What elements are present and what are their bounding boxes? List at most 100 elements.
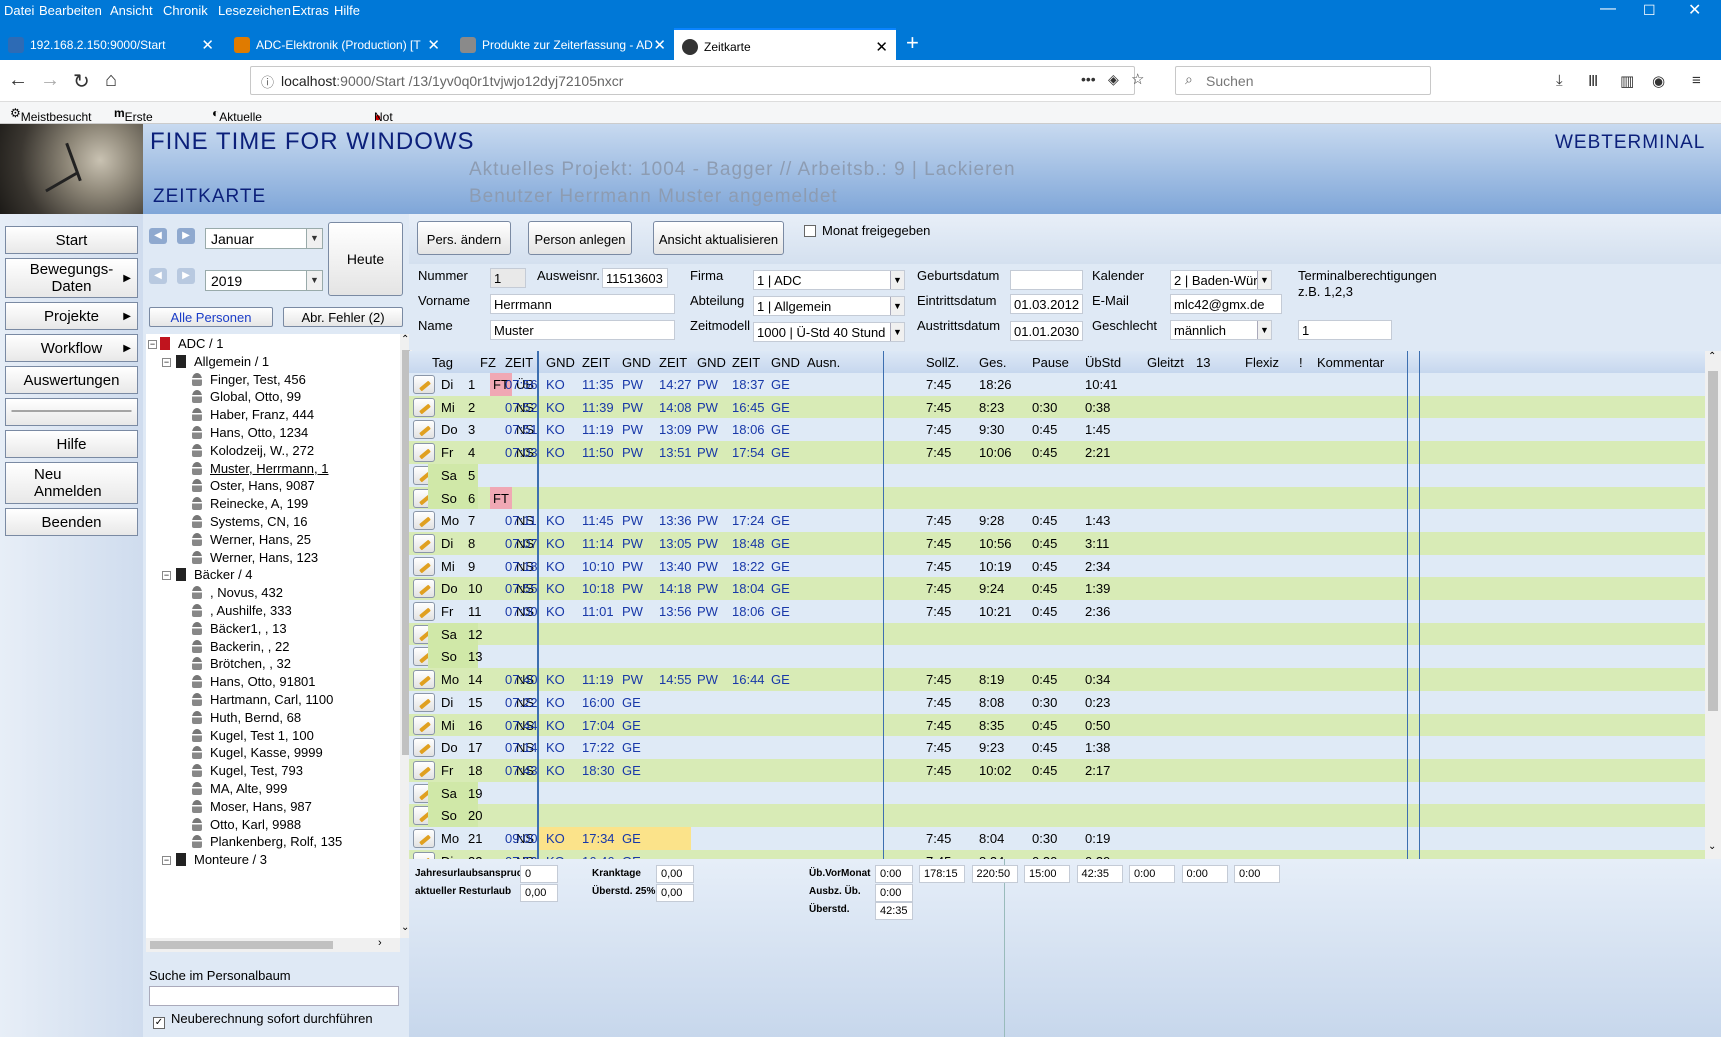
day-row[interactable]: Mo 21 NS 09:00 KO 17:34 GE 7:45 8:04 0:30 0:19 bbox=[409, 827, 1705, 850]
menu-start[interactable]: Start bbox=[5, 226, 138, 254]
menu-chronik[interactable]: Chronik bbox=[163, 3, 208, 18]
column-header[interactable]: ! bbox=[1299, 355, 1303, 370]
kalender-select[interactable]: 2 | Baden-Würt ▼ bbox=[1170, 270, 1272, 290]
column-header[interactable]: Flexiz bbox=[1245, 355, 1279, 370]
booking-time[interactable]: 07:07 bbox=[505, 536, 538, 551]
grid-scroll-thumb[interactable] bbox=[1708, 371, 1718, 711]
booking-time[interactable]: 18:06 bbox=[732, 422, 765, 437]
booking-type[interactable]: GE bbox=[622, 695, 641, 710]
booking-time[interactable]: 11:39 bbox=[582, 400, 614, 415]
collapse-icon[interactable]: − bbox=[162, 571, 171, 581]
booking-time[interactable]: 17:34 bbox=[582, 831, 615, 846]
collapse-icon[interactable]: − bbox=[162, 856, 171, 866]
ausweis-field[interactable]: 11513603 bbox=[602, 268, 668, 288]
booking-time[interactable]: 18:30 bbox=[582, 763, 615, 778]
all-persons-button[interactable]: Alle Personen bbox=[149, 307, 273, 327]
minimize-icon[interactable]: — bbox=[1600, 0, 1616, 18]
booking-time[interactable]: 11:19 bbox=[582, 672, 614, 687]
library-icon[interactable]: Ⅲ bbox=[1588, 72, 1598, 90]
scroll-right-icon[interactable]: › bbox=[378, 937, 382, 949]
booking-type[interactable]: KO bbox=[546, 400, 565, 415]
booking-type[interactable]: PW bbox=[697, 377, 718, 392]
booking-time[interactable]: 07:22 bbox=[505, 695, 538, 710]
booking-time[interactable]: 07:51 bbox=[505, 422, 538, 437]
booking-type[interactable]: PW bbox=[622, 422, 643, 437]
tree-person[interactable]: Systems, CN, 16 bbox=[192, 514, 308, 532]
sidebar-icon[interactable]: ▥ bbox=[1620, 72, 1634, 90]
day-row[interactable]: Mo 7 NS 07:11 KO 11:45 PW 13:36 PW 17:24 GE 7:45 9:2… bbox=[409, 509, 1705, 533]
booking-time[interactable]: 07:55 bbox=[505, 581, 538, 596]
tab-close-icon[interactable]: ✕ bbox=[427, 36, 440, 54]
collapse-icon[interactable]: − bbox=[148, 340, 157, 349]
booking-type[interactable]: GE bbox=[771, 400, 790, 415]
tree-group[interactable]: Bäcker / 4 bbox=[176, 567, 253, 585]
austrittsdatum-field[interactable]: 01.01.2030 bbox=[1010, 321, 1083, 341]
total-field[interactable]: 0:00 bbox=[1129, 865, 1175, 883]
prev-month-icon[interactable]: ◀ bbox=[149, 228, 167, 244]
new-tab-icon[interactable]: + bbox=[906, 30, 919, 56]
booking-type[interactable]: PW bbox=[697, 559, 718, 574]
booking-time[interactable]: 14:08 bbox=[659, 400, 692, 415]
year-select[interactable]: 2019 ▼ bbox=[205, 270, 323, 291]
booking-type[interactable]: PW bbox=[622, 559, 643, 574]
booking-type[interactable]: KO bbox=[546, 604, 565, 619]
menu-hilfe[interactable]: Hilfe bbox=[5, 430, 138, 458]
edit-pencil-icon[interactable] bbox=[413, 829, 435, 848]
eintrittsdatum-field[interactable]: 01.03.2012 bbox=[1010, 294, 1083, 314]
menu-datei[interactable]: Datei bbox=[4, 3, 34, 18]
edit-pencil-icon[interactable] bbox=[413, 556, 435, 576]
booking-type[interactable]: PW bbox=[697, 513, 718, 528]
day-row[interactable]: Mi 9 NS 07:18 KO 10:10 PW 13:40 PW 18:22 GE 7:45 10:… bbox=[409, 554, 1705, 578]
booking-type[interactable]: PW bbox=[622, 672, 643, 687]
window-close-icon[interactable]: ✕ bbox=[1688, 0, 1701, 20]
total-field[interactable]: 42:35 bbox=[1076, 865, 1123, 883]
booking-time[interactable]: 18:06 bbox=[732, 604, 765, 619]
vorname-field[interactable]: Herrmann bbox=[490, 294, 675, 314]
tab-close-icon[interactable]: ✕ bbox=[201, 36, 214, 54]
booking-type[interactable]: PW bbox=[622, 445, 643, 460]
day-row[interactable]: So 13 bbox=[409, 645, 1705, 669]
tree-person[interactable]: Kugel, Test, 793 bbox=[192, 763, 303, 781]
column-header[interactable]: Kommentar bbox=[1317, 355, 1384, 370]
edit-pencil-icon[interactable] bbox=[413, 670, 435, 690]
tree-person[interactable]: Brötchen, , 32 bbox=[192, 656, 291, 674]
account-icon[interactable]: ◉ bbox=[1652, 72, 1665, 90]
tree-person[interactable]: Werner, Hans, 25 bbox=[192, 532, 311, 550]
booking-time[interactable]: 14:27 bbox=[659, 377, 692, 392]
jahresurlaub-field[interactable]: 0 bbox=[520, 865, 558, 883]
menu-ansicht[interactable]: Ansicht bbox=[110, 3, 153, 18]
booking-type[interactable]: KO bbox=[546, 740, 565, 755]
tab-start[interactable]: 192.168.2.150:9000/Start ✕ bbox=[0, 28, 222, 60]
menu-bearbeiten[interactable]: Bearbeiten bbox=[39, 3, 102, 18]
geburtsdatum-field[interactable] bbox=[1010, 270, 1083, 290]
day-row[interactable]: Fr 4 NS 07:03 KO 11:50 PW 13:51 PW 17:54 GE 7:45 10:… bbox=[409, 441, 1705, 465]
day-row[interactable]: Di 8 NS 07:07 KO 11:14 PW 13:05 PW 18:48 GE 7:45 10:… bbox=[409, 531, 1705, 555]
email-field[interactable]: mlc42@gmx.de bbox=[1170, 294, 1282, 314]
home-icon[interactable]: ⌂ bbox=[105, 69, 117, 92]
booking-time[interactable]: 07:44 bbox=[505, 718, 538, 733]
booking-type[interactable]: GE bbox=[771, 604, 790, 619]
tab-produkte[interactable]: Produkte zur Zeiterfassung - AD ✕ bbox=[452, 28, 674, 60]
menu-beenden[interactable]: Beenden bbox=[5, 508, 138, 536]
booking-time[interactable]: 18:22 bbox=[732, 559, 765, 574]
tab-adc[interactable]: ADC-Elektronik (Production) [T ✕ bbox=[226, 28, 448, 60]
column-header[interactable]: Gleitzt bbox=[1147, 355, 1184, 370]
booking-time[interactable]: 14:55 bbox=[659, 672, 692, 687]
total-field[interactable]: 220:50 bbox=[971, 865, 1018, 883]
tree-person[interactable]: , Novus, 432 bbox=[192, 585, 283, 603]
tree-person[interactable]: MA, Alte, 999 bbox=[192, 781, 287, 799]
terminal-rights-field[interactable]: 1 bbox=[1298, 320, 1392, 340]
booking-time[interactable]: 07:52 bbox=[505, 400, 538, 415]
booking-time[interactable]: 10:18 bbox=[582, 581, 615, 596]
tree-group[interactable]: Monteure / 3 bbox=[176, 852, 267, 870]
info-icon[interactable]: ⓘ bbox=[261, 72, 274, 91]
day-row[interactable]: Mo 14 NS 07:40 KO 11:19 PW 14:55 PW 16:44 GE 7:45 8:… bbox=[409, 668, 1705, 692]
booking-type[interactable]: KO bbox=[546, 718, 565, 733]
booking-type[interactable]: KO bbox=[546, 559, 565, 574]
abr-errors-button[interactable]: Abr. Fehler (2) bbox=[283, 307, 403, 327]
tree-person[interactable]: Plankenberg, Rolf, 135 bbox=[192, 834, 342, 852]
booking-time[interactable]: 07:56 bbox=[505, 377, 538, 392]
booking-time[interactable]: 17:04 bbox=[582, 718, 615, 733]
booking-type[interactable]: PW bbox=[622, 536, 643, 551]
edit-pencil-icon[interactable] bbox=[413, 533, 435, 553]
